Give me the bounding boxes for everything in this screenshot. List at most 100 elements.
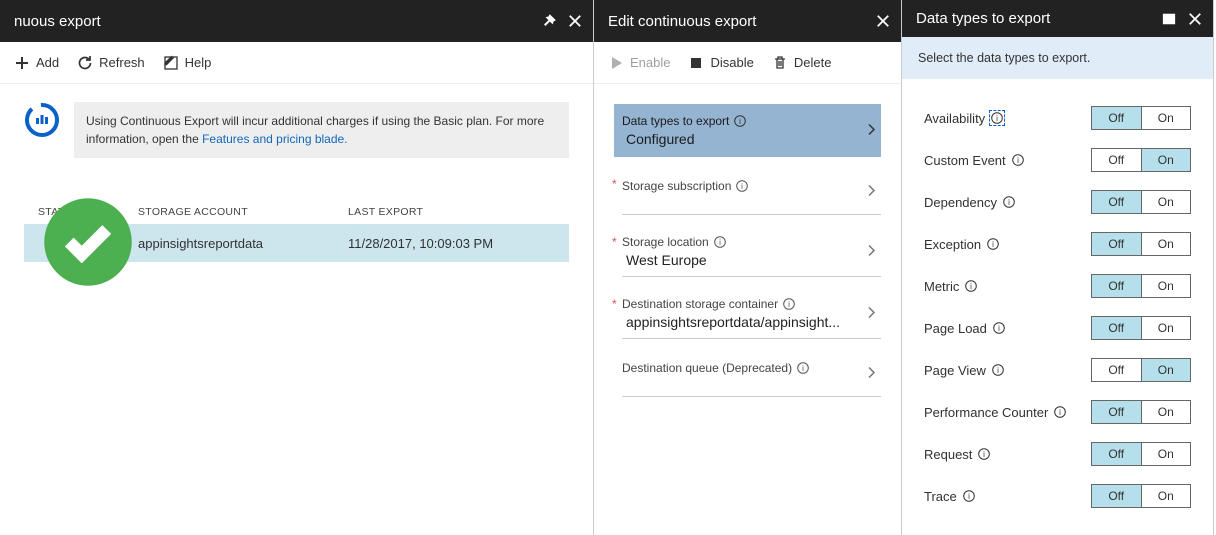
info-icon: i: [978, 448, 990, 460]
toggle-on[interactable]: On: [1141, 233, 1191, 255]
close-icon[interactable]: [1187, 11, 1203, 27]
data-type-label: Custom Event i: [924, 153, 1091, 168]
toggle-off[interactable]: Off: [1092, 401, 1141, 423]
info-icon: i: [736, 180, 748, 192]
data-type-label-text: Exception: [924, 237, 981, 252]
toggle-on[interactable]: On: [1141, 401, 1191, 423]
toggle-on[interactable]: On: [1141, 149, 1191, 171]
delete-button[interactable]: Delete: [772, 55, 832, 71]
play-icon: [608, 55, 624, 71]
help-icon: [163, 55, 179, 71]
toggle-off[interactable]: Off: [1092, 485, 1141, 507]
delete-label: Delete: [794, 55, 832, 70]
data-type-label: Availabilityi: [924, 111, 1091, 126]
export-table: STATUS STORAGE ACCOUNT LAST EXPORT appin…: [24, 206, 569, 262]
close-icon[interactable]: [875, 13, 891, 29]
off-on-toggle[interactable]: OffOn: [1091, 148, 1191, 172]
info-icon: i: [1054, 406, 1066, 418]
data-type-label: Tracei: [924, 489, 1091, 504]
toggle-on[interactable]: On: [1141, 191, 1191, 213]
blade-title: nuous export: [14, 13, 531, 30]
blade-data-types: Data types to export Select the data typ…: [902, 0, 1214, 535]
enable-button: Enable: [608, 55, 670, 71]
subscription-label: Storage subscription: [622, 179, 731, 193]
data-type-label-text: Dependency: [924, 195, 997, 210]
status-cell: [38, 192, 138, 295]
maximize-icon[interactable]: [1161, 11, 1177, 27]
svg-text:i: i: [1017, 156, 1019, 165]
info-icon: i: [1003, 196, 1015, 208]
toggle-off[interactable]: Off: [1092, 233, 1141, 255]
off-on-toggle[interactable]: OffOn: [1091, 484, 1191, 508]
help-button[interactable]: Help: [163, 55, 212, 71]
help-label: Help: [185, 55, 212, 70]
destination-queue-row[interactable]: Destination queue (Deprecated) i: [622, 351, 881, 397]
success-icon: [38, 280, 138, 295]
data-type-label-text: Custom Event: [924, 153, 1006, 168]
toggle-off[interactable]: Off: [1092, 149, 1141, 171]
data-type-label: Page Loadi: [924, 321, 1091, 336]
data-types-label: Data types to export: [622, 114, 729, 128]
info-icon: i: [1012, 154, 1024, 166]
storage-account-cell: appinsightsreportdata: [138, 236, 348, 251]
off-on-toggle[interactable]: OffOn: [1091, 358, 1191, 382]
toggle-off[interactable]: Off: [1092, 359, 1141, 381]
blade-header: Edit continuous export: [594, 0, 901, 42]
off-on-toggle[interactable]: OffOn: [1091, 316, 1191, 340]
off-on-toggle[interactable]: OffOn: [1091, 232, 1191, 256]
off-on-toggle[interactable]: OffOn: [1091, 400, 1191, 424]
storage-location-row[interactable]: * Storage location i West Europe: [622, 227, 881, 277]
toggle-off[interactable]: Off: [1092, 275, 1141, 297]
toolbar: Enable Disable Delete: [594, 42, 901, 84]
toggle-on[interactable]: On: [1141, 107, 1191, 129]
col-last-export: LAST EXPORT: [348, 206, 569, 218]
info-banner: Using Continuous Export will incur addit…: [74, 102, 569, 158]
data-type-label-text: Metric: [924, 279, 959, 294]
toggle-off[interactable]: Off: [1092, 191, 1141, 213]
data-types-row[interactable]: Data types to export i Configured: [614, 104, 881, 157]
off-on-toggle[interactable]: OffOn: [1091, 190, 1191, 214]
toggle-on[interactable]: On: [1141, 317, 1191, 339]
info-section: Using Continuous Export will incur addit…: [0, 84, 593, 176]
trash-icon: [772, 55, 788, 71]
svg-text:i: i: [971, 282, 973, 291]
data-type-label: Page Viewi: [924, 363, 1091, 378]
storage-subscription-row[interactable]: * Storage subscription i: [622, 169, 881, 215]
toggle-on[interactable]: On: [1141, 485, 1191, 507]
container-value: appinsightsreportdata/appinsight...: [622, 314, 857, 330]
storage-container-row[interactable]: * Destination storage container i appins…: [622, 289, 881, 339]
off-on-toggle[interactable]: OffOn: [1091, 274, 1191, 298]
svg-text:i: i: [1008, 198, 1010, 207]
data-type-row: Custom Event i OffOn: [924, 139, 1191, 181]
toggle-on[interactable]: On: [1141, 443, 1191, 465]
toggle-on[interactable]: On: [1141, 359, 1191, 381]
refresh-button[interactable]: Refresh: [77, 55, 145, 71]
data-type-label: Requesti: [924, 447, 1091, 462]
chevron-right-icon: [867, 242, 877, 261]
blade-title: Data types to export: [916, 10, 1151, 27]
add-button[interactable]: Add: [14, 55, 59, 71]
blade-continuous-export: nuous export Add Refresh: [0, 0, 594, 535]
toggle-off[interactable]: Off: [1092, 317, 1141, 339]
table-row[interactable]: appinsightsreportdata 11/28/2017, 10:09:…: [24, 224, 569, 262]
info-icon: i: [734, 115, 746, 127]
toolbar: Add Refresh Help: [0, 42, 593, 84]
info-icon: i: [991, 112, 1003, 124]
off-on-toggle[interactable]: OffOn: [1091, 106, 1191, 130]
features-pricing-link[interactable]: Features and pricing blade.: [202, 132, 347, 146]
data-type-row: Dependency i OffOn: [924, 181, 1191, 223]
pin-icon[interactable]: [541, 13, 557, 29]
disable-button[interactable]: Disable: [688, 55, 753, 71]
data-type-label: Metric i: [924, 279, 1091, 294]
toggle-on[interactable]: On: [1141, 275, 1191, 297]
toggle-off[interactable]: Off: [1092, 443, 1141, 465]
off-on-toggle[interactable]: OffOn: [1091, 442, 1191, 466]
svg-text:i: i: [1059, 408, 1061, 417]
close-icon[interactable]: [567, 13, 583, 29]
data-type-row: TraceiOffOn: [924, 475, 1191, 517]
svg-text:i: i: [968, 492, 970, 501]
location-value: West Europe: [622, 252, 857, 268]
toggle-off[interactable]: Off: [1092, 107, 1141, 129]
info-icon: i: [993, 322, 1005, 334]
data-type-row: AvailabilityiOffOn: [924, 97, 1191, 139]
